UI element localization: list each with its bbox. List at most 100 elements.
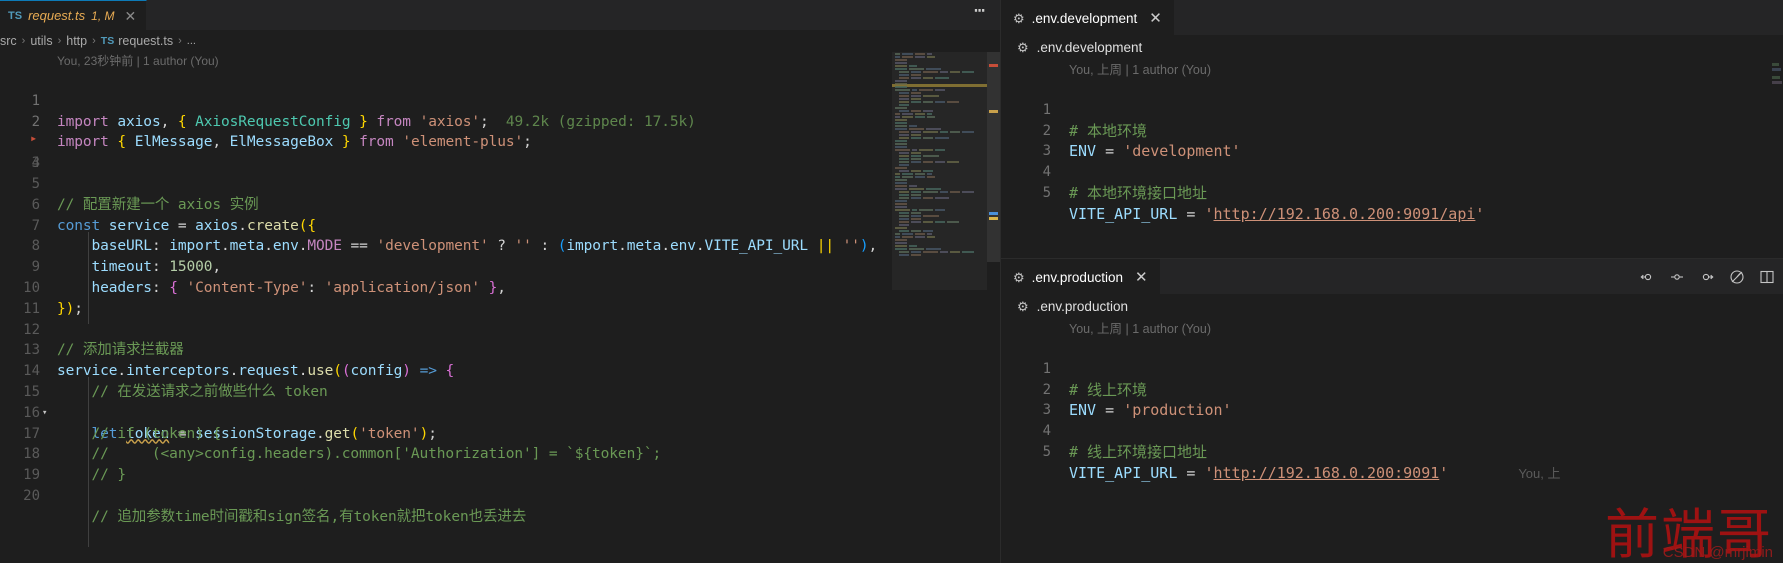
url-link[interactable]: http://192.168.0.200:9091 [1214,464,1440,482]
split-editor-icon[interactable] [1759,269,1775,285]
quote-open: ' [1204,204,1214,223]
env-equals: = [1177,463,1205,482]
editor-group-left: TS request.ts 1, M ✕ ⋯ src › utils › htt… [0,0,1000,563]
code-content[interactable]: You, 23秒钟前 | 1 author (You) 1 import axi… [0,52,1000,563]
code-line: 5 VITE_API_URL = 'http://192.168.0.200:9… [1001,162,1783,223]
gear-icon: ⚙ [1013,269,1025,285]
prod-breadcrumb: ⚙ .env.production [1001,294,1783,318]
breadcrumb: src › utils › http › TS request.ts › ... [0,30,1000,52]
code-line: ▸ 3 [0,112,1000,171]
more-actions-icon[interactable]: ⋯ [974,2,986,28]
code-line: 11 [0,278,1000,317]
code-line: 16 // if (token) { [0,382,1000,442]
dev-tabbar: ⚙ .env.development ✕ [1001,0,1783,35]
editor-vertical-scrollbar[interactable] [987,52,1000,563]
dev-editor-body[interactable]: You, 上周 | 1 author (You) 1 # 本地环境 2 ENV … [1001,59,1783,258]
typescript-file-icon: TS [8,9,23,22]
close-icon[interactable]: ✕ [125,9,137,23]
breadcrumb-item-src[interactable]: src [0,34,17,48]
code-line: 6 const service = axios.create({ [0,174,1000,234]
left-editor-body: You, 23秒钟前 | 1 author (You) 1 import axi… [0,52,1000,563]
code-line: 8 timeout: 15000, [0,216,1000,275]
code-line: 2 ENV = 'production' [1001,359,1783,420]
code-line: 12 // 添加请求拦截器 [0,299,1000,359]
previous-change-icon[interactable] [1639,269,1655,285]
tab-request-ts[interactable]: TS request.ts 1, M ✕ [0,0,148,30]
overview-ruler-change-mark [989,217,998,220]
breadcrumb-item-symbols[interactable]: ... [187,35,196,47]
code-line: 10 }); [0,257,1000,317]
breadcrumb-item-utils[interactable]: utils [30,34,52,48]
gitlens-trailing-blame: You, 上 [1518,465,1561,481]
left-tabbar: TS request.ts 1, M ✕ ⋯ [0,0,1000,30]
breadcrumb-file-label[interactable]: .env.development [1037,40,1143,55]
code-line: 4 # 本地环境接口地址 [1001,141,1783,202]
typescript-file-icon: TS [100,35,115,47]
code-line: 2 ENV = 'development' [1001,100,1783,161]
line-number: 5 [1042,443,1051,460]
scrollbar-thumb[interactable] [987,52,1000,262]
overview-ruler-warning-mark [989,110,998,113]
next-change-icon[interactable] [1699,269,1715,285]
prod-editor-toolbar [1639,259,1783,294]
quote-open: ' [1204,463,1214,482]
code-line: 7 baseURL: import.meta.env.MODE == 'deve… [0,195,1000,255]
env-key: VITE_API_URL [1069,204,1178,223]
code-line: 1 import axios, { AxiosRequestConfig } f… [0,70,1000,130]
line-content: VITE_API_URL = 'http://192.168.0.200:909… [1069,463,1560,485]
code-line: 1 # 线上环境 [1001,338,1783,399]
toggle-inline-view-icon[interactable] [1729,269,1745,285]
code-line: 1 # 本地环境 [1001,79,1783,140]
code-line: 18 // } [0,424,1000,483]
gitlens-blame-annotation: You, 上周 | 1 author (You) [1069,322,1211,336]
quote-close: ' [1439,463,1449,482]
prod-editor-body[interactable]: You, 上周 | 1 author (You) 1 # 线上环境 2 ENV … [1001,318,1783,563]
code-line: 17 // (<any>config.headers).common['Auth… [0,403,1000,463]
pane-env-development: ⚙ .env.development ✕ ⚙ .env.development … [1001,0,1783,258]
dev-minimap[interactable] [1771,59,1782,258]
chevron-right-icon: › [178,35,182,47]
editor-group-right: ⚙ .env.development ✕ ⚙ .env.development … [1001,0,1783,563]
chevron-right-icon: › [57,35,62,47]
breadcrumb-item-http[interactable]: http [66,34,87,48]
code-line: 15 ▾ let token = sessionStorage.get('tok… [0,361,1000,442]
pane-env-production: ⚙ .env.production ✕ ⚙ .env.production Yo… [1001,258,1783,563]
code-line: 5 // 配置新建一个 axios 实例 [0,153,1000,213]
tab-label: .env.development [1031,10,1138,26]
code-line: 4 [0,132,1000,171]
code-line: 2 import { ElMessage, ElMessageBox } fro… [0,91,1000,151]
left-tabbar-actions: ⋯ [974,0,1000,30]
chevron-right-icon: › [21,35,26,47]
gear-icon: ⚙ [1013,10,1025,26]
code-line: 14 // 在发送请求之前做些什么 token [0,340,1000,400]
tab-label: .env.production [1031,269,1123,285]
close-icon[interactable]: ✕ [1135,270,1148,285]
breadcrumb-item-file[interactable]: request.ts [118,34,173,48]
code-line: 3 [1001,380,1783,418]
code-line: 9 headers: { 'Content-Type': 'applicatio… [0,236,1000,296]
overview-ruler-info-mark [989,212,998,215]
tab-modified-badge: 1, M [91,8,115,23]
line-content: VITE_API_URL = 'http://192.168.0.200:909… [1069,204,1484,225]
code-line: 13 service.interceptors.request.use((con… [0,320,1000,379]
minimap[interactable] [892,52,987,563]
line-content: // 追加参数time时间戳和sign签名,有token就把token也丢进去 [57,508,527,525]
breadcrumb-file-label[interactable]: .env.production [1037,299,1128,314]
url-link[interactable]: http://192.168.0.200:9091/api [1214,205,1476,223]
env-key: VITE_API_URL [1069,463,1178,482]
chevron-right-icon: › [92,35,96,47]
vscode-window: TS request.ts 1, M ✕ ⋯ src › utils › htt… [0,0,1783,563]
tab-env-production[interactable]: ⚙ .env.production ✕ [1001,259,1160,294]
line-number: 20 [23,487,40,504]
code-line: 5 VITE_API_URL = 'http://192.168.0.200:9… [1001,421,1783,482]
code-line: 4 # 线上环境接口地址 [1001,400,1783,461]
code-line: 20 // 追加参数time时间戳和sign签名,有token就把token也丢… [0,465,1000,525]
gitlens-blame-annotation: You, 23秒钟前 | 1 author (You) [57,54,219,68]
line-number: 5 [1042,184,1051,201]
open-change-icon[interactable] [1669,269,1685,285]
env-equals: = [1177,204,1205,223]
gear-icon: ⚙ [1017,298,1029,314]
close-icon[interactable]: ✕ [1149,11,1162,26]
tab-env-development[interactable]: ⚙ .env.development ✕ [1001,0,1174,35]
gitlens-blame-annotation: You, 上周 | 1 author (You) [1069,63,1211,77]
